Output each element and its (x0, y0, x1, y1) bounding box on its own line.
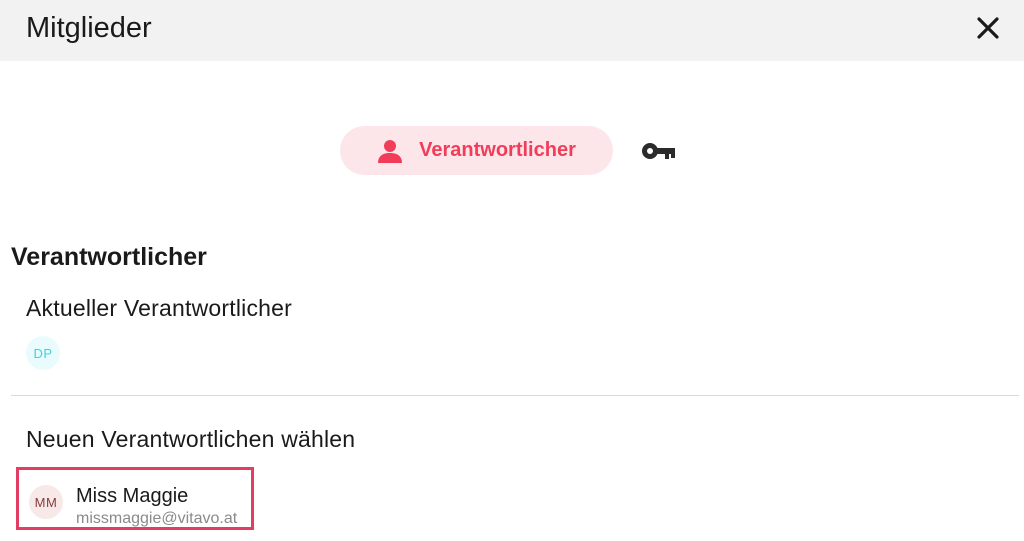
avatar: MM (29, 485, 63, 519)
close-button[interactable] (970, 10, 1006, 46)
divider (11, 395, 1019, 396)
tab-verantwortlicher[interactable]: Verantwortlicher (340, 126, 613, 175)
new-owner-label: Neuen Verantwortlichen wählen (26, 426, 356, 452)
person-icon (377, 138, 403, 164)
current-owner-avatar: DP (26, 336, 60, 370)
current-owner-label: Aktueller Verantwortlicher (26, 295, 292, 321)
tab-label: Verantwortlicher (419, 139, 576, 161)
dialog-header: Mitglieder (0, 0, 1024, 61)
member-name: Miss Maggie (76, 485, 189, 507)
key-icon (642, 143, 675, 159)
close-icon (977, 17, 999, 39)
tab-permissions[interactable] (641, 138, 677, 164)
member-email: missmaggie@vitavo.at (76, 510, 238, 527)
member-list-item[interactable]: MM Miss Maggie missmaggie@vitavo.at (16, 467, 254, 530)
dialog-title: Mitglieder (26, 12, 152, 44)
section-title: Verantwortlicher (11, 243, 207, 271)
